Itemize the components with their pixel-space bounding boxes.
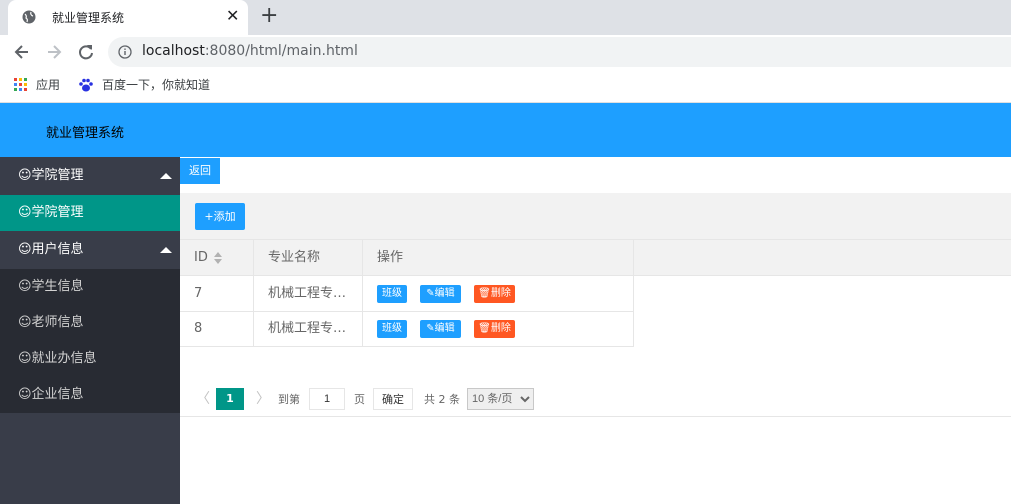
column-header-actions: 操作	[363, 240, 634, 275]
app-header: 就业管理系统	[0, 103, 1011, 157]
apps-grid-icon	[14, 77, 27, 91]
reload-icon[interactable]	[75, 41, 97, 63]
data-table: ID 专业名称 操作 7 机械工程专… 班级 ✎编辑 🗑删除 8 机械工程专… …	[180, 239, 1011, 382]
forward-arrow-icon[interactable]	[43, 41, 65, 63]
cell-major-name: 机械工程专…	[254, 276, 363, 311]
sidebar-item-college-management[interactable]: ☺学院管理	[0, 195, 180, 231]
address-bar[interactable]: localhost:8080/html/main.html	[108, 37, 1011, 67]
empty-area	[180, 417, 1011, 504]
browser-tab-bar: 就业管理系统 ✕ +	[0, 0, 1011, 35]
edit-button[interactable]: ✎编辑	[420, 320, 461, 338]
sidebar: ☺学院管理 ☺学院管理 ☺用户信息 ☺学生信息 ☺老师信息 ☺就业办信息 ☺企业…	[0, 157, 180, 504]
table-row: 8 机械工程专… 班级 ✎编辑 🗑删除	[180, 311, 634, 347]
main-content: 返回 +添加 ID 专业名称 操作 7 机械工程专… 班级 ✎编辑 🗑删除 8 …	[180, 157, 1011, 504]
menu-group-label: ☺学院管理	[18, 168, 84, 183]
bookmark-label: 应用	[36, 78, 61, 92]
delete-button[interactable]: 🗑删除	[474, 285, 515, 303]
cell-actions: 班级 ✎编辑 🗑删除	[363, 311, 634, 346]
caret-up-icon	[160, 173, 172, 179]
url-path: :8080/html/main.html	[204, 43, 358, 59]
menu-group-college[interactable]: ☺学院管理	[0, 157, 180, 195]
pagination: 〈 1 〉 到第 页 确定 共 2 条 10 条/页	[180, 382, 1011, 417]
app-title: 就业管理系统	[46, 126, 125, 141]
page-unit-label: 页	[354, 393, 365, 406]
tab-title: 就业管理系统	[52, 11, 125, 25]
cell-id: 8	[180, 311, 254, 346]
goto-label: 到第	[278, 393, 300, 406]
back-arrow-icon[interactable]	[11, 41, 33, 63]
column-header-major: 专业名称	[254, 240, 363, 275]
url-text[interactable]: localhost:8080/html/main.html	[142, 43, 358, 59]
page-size-select[interactable]: 10 条/页	[467, 388, 534, 410]
confirm-button[interactable]: 确定	[373, 388, 413, 410]
sidebar-item-companies[interactable]: ☺企业信息	[0, 377, 180, 413]
sidebar-item-students[interactable]: ☺学生信息	[0, 269, 180, 305]
next-page-icon[interactable]: 〉	[256, 388, 270, 408]
table-row: 7 机械工程专… 班级 ✎编辑 🗑删除	[180, 276, 634, 312]
total-count: 共 2 条	[424, 393, 460, 406]
bookmark-apps[interactable]: 应用	[14, 76, 60, 93]
browser-toolbar: localhost:8080/html/main.html	[0, 35, 1011, 69]
prev-page-icon[interactable]: 〈	[196, 388, 210, 408]
current-page[interactable]: 1	[216, 388, 244, 410]
sort-icon[interactable]	[213, 251, 222, 264]
close-icon[interactable]: ✕	[226, 7, 239, 25]
table-header: ID 专业名称 操作	[180, 240, 1011, 276]
sidebar-item-teachers[interactable]: ☺老师信息	[0, 305, 180, 341]
baidu-paw-icon	[79, 78, 93, 91]
classes-button[interactable]: 班级	[377, 285, 407, 303]
back-button[interactable]: 返回	[180, 158, 220, 184]
cell-major-name: 机械工程专…	[254, 311, 363, 346]
classes-button[interactable]: 班级	[377, 320, 407, 338]
column-header-id[interactable]: ID	[180, 240, 254, 275]
menu-group-users[interactable]: ☺用户信息	[0, 231, 180, 269]
info-icon[interactable]	[118, 45, 132, 59]
cell-actions: 班级 ✎编辑 🗑删除	[363, 276, 634, 311]
caret-up-icon	[160, 247, 172, 253]
content-panel: +添加 ID 专业名称 操作 7 机械工程专… 班级 ✎编辑 🗑删除 8 机械工…	[180, 193, 1011, 504]
page-number-input[interactable]	[309, 388, 345, 410]
new-tab-button[interactable]: +	[260, 5, 278, 27]
browser-tab[interactable]: 就业管理系统 ✕	[8, 0, 248, 35]
cell-id: 7	[180, 276, 254, 311]
bookmark-baidu[interactable]: 百度一下，你就知道	[78, 76, 210, 93]
delete-button[interactable]: 🗑删除	[474, 320, 515, 338]
menu-group-label: ☺用户信息	[18, 242, 84, 257]
bookmark-label: 百度一下，你就知道	[102, 78, 211, 92]
edit-button[interactable]: ✎编辑	[420, 285, 461, 303]
url-host: localhost	[142, 43, 205, 59]
bookmarks-bar: 应用 百度一下，你就知道	[0, 69, 1011, 103]
add-button[interactable]: +添加	[195, 203, 245, 230]
globe-icon	[22, 10, 36, 24]
column-header-label: ID	[194, 250, 208, 265]
sidebar-item-employment-office[interactable]: ☺就业办信息	[0, 341, 180, 377]
